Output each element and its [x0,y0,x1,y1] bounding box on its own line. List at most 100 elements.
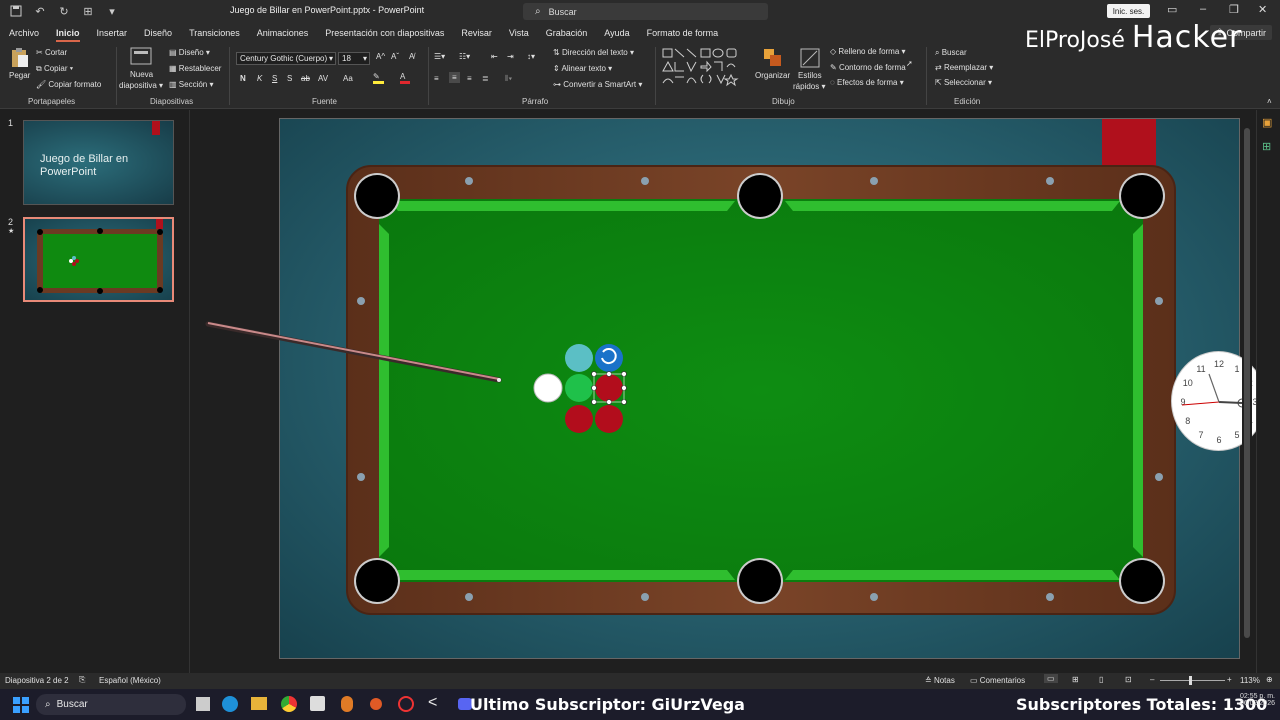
slide-canvas[interactable] [279,118,1240,659]
reading-view-icon[interactable]: ▯ [1099,675,1103,684]
shape-outline-button[interactable]: ✎ Contorno de forma [830,63,906,72]
strikethrough-button[interactable]: ab [301,74,310,83]
app-icon-3[interactable] [398,696,414,712]
normal-view-icon[interactable]: ▭ [1044,674,1058,683]
justify-icon[interactable]: ≣ [482,74,489,83]
tab-ayuda[interactable]: Ayuda [604,28,629,38]
align-center-icon[interactable]: ≡ [449,72,460,83]
zoom-out-icon[interactable]: – [1150,675,1154,684]
task-view-icon[interactable] [196,697,210,711]
language-indicator[interactable]: Español (México) [99,676,161,685]
tab-grabacion[interactable]: Grabación [546,28,588,38]
section-button[interactable]: ▥ Sección ▾ [169,80,214,89]
format-painter-button[interactable]: 🖌 Copiar formato [36,80,101,89]
align-text-button[interactable]: ⇕ Alinear texto ▾ [553,64,612,73]
tab-transiciones[interactable]: Transiciones [189,28,240,38]
paste-icon[interactable] [10,47,30,71]
windows-start-icon[interactable] [13,697,29,715]
scrollbar-thumb[interactable] [1244,128,1250,638]
increase-indent-icon[interactable]: ⇥ [507,52,514,61]
slide-thumbnail-1[interactable]: Juego de Billar en PowerPoint [23,120,174,205]
bullets-icon[interactable]: ☰▾ [434,52,445,61]
decrease-indent-icon[interactable]: ⇤ [491,52,498,61]
columns-icon[interactable]: ⫴▾ [505,74,512,84]
slide-thumbnail-2[interactable] [23,217,174,302]
signin-button[interactable]: Inic. ses. [1107,4,1150,18]
char-spacing-button[interactable]: AV [318,74,328,83]
line-spacing-icon[interactable]: ↕▾ [527,52,535,61]
clear-format-icon[interactable]: A̸ [409,52,414,61]
zoom-in-icon[interactable]: + [1227,675,1232,684]
redo-icon[interactable]: ↻ [56,3,72,19]
tab-vista[interactable]: Vista [509,28,529,38]
align-right-icon[interactable]: ≡ [467,74,472,83]
undo-icon[interactable]: ↶ [32,3,48,19]
minimize-icon[interactable]: – [1200,3,1206,15]
cue-stick[interactable] [200,318,510,388]
underline-button[interactable]: S [272,74,277,83]
reset-button[interactable]: ▦ Restablecer [169,64,221,73]
new-slide-button[interactable]: Nueva [130,70,153,79]
font-color-icon[interactable]: A [400,72,410,84]
presentation-icon[interactable]: ⊞ [80,3,96,19]
arrange-button[interactable]: Organizar [755,71,790,80]
taskbar-clock[interactable]: 02:55 p. m. 06/02/2026 [1225,693,1275,707]
highlight-icon[interactable]: ✎ [373,72,384,84]
maximize-icon[interactable]: ❐ [1229,3,1239,16]
new-slide-button-2[interactable]: diapositiva ▾ [119,81,163,90]
notes-button[interactable]: ≙ Notas [925,676,955,685]
customize-toolbar-icon[interactable]: ▾ [104,3,120,19]
store-icon[interactable] [310,696,325,711]
select-button[interactable]: ⇱ Seleccionar ▾ [935,78,992,87]
quick-styles-icon[interactable] [800,48,820,70]
find-button[interactable]: ⌕ Buscar [935,48,967,58]
fit-slide-icon[interactable]: ⊕ [1266,675,1273,684]
slideshow-icon[interactable]: ⊡ [1125,675,1132,684]
save-icon[interactable] [8,3,24,19]
accessibility-icon[interactable]: ⎘ [79,675,85,685]
chrome-icon[interactable] [281,696,297,712]
shape-fill-button[interactable]: ◇ Relleno de forma ▾ [830,47,906,56]
cut-button[interactable]: ✂ Cortar [36,48,67,57]
close-icon[interactable]: ✕ [1258,3,1267,16]
font-family-dropdown[interactable]: Century Gothic (Cuerpo) ▾ [236,52,336,65]
taskbar-search[interactable]: ⌕ Buscar [36,694,186,715]
zoom-slider[interactable] [1160,680,1225,681]
paste-button[interactable]: Pegar [9,71,30,80]
decrease-font-icon[interactable]: Aˇ [391,52,399,61]
italic-button[interactable]: K [257,74,262,83]
tab-diseno[interactable]: Diseño [144,28,172,38]
smartart-button[interactable]: ⊶ Convertir a SmartArt ▾ [553,80,642,89]
align-left-icon[interactable]: ≡ [434,74,439,83]
edge-icon[interactable] [222,696,238,712]
numbering-icon[interactable]: ☷▾ [459,52,470,61]
file-explorer-icon[interactable] [251,697,267,710]
text-direction-button[interactable]: ⇅ Dirección del texto ▾ [553,48,634,57]
zoom-slider-thumb[interactable] [1189,676,1192,685]
change-case-button[interactable]: Aa [343,74,353,83]
bold-button[interactable]: N [240,74,246,83]
tab-revisar[interactable]: Revisar [461,28,492,38]
tab-animaciones[interactable]: Animaciones [257,28,309,38]
shape-effects-button[interactable]: ◌ Efectos de forma ▾ [830,78,904,87]
app-icon[interactable] [341,696,353,712]
zoom-level[interactable]: 113% [1240,676,1260,685]
tab-insertar[interactable]: Insertar [97,28,128,38]
ball-rack[interactable] [530,340,630,435]
designer-icon[interactable]: ▣ [1262,116,1272,129]
new-slide-icon[interactable] [130,47,152,69]
capcut-icon[interactable]: < [428,694,437,712]
quick-styles-button-2[interactable]: rápidos ▾ [793,82,826,91]
quick-styles-button[interactable]: Estilos [798,71,822,80]
collapse-ribbon-icon[interactable]: ˄ [1267,97,1272,106]
shadow-button[interactable]: S [287,74,292,83]
tab-inicio[interactable]: Inicio [56,28,80,42]
app-icon-2[interactable] [370,698,382,710]
vertical-scrollbar[interactable] [1242,118,1252,658]
slide-sorter-icon[interactable]: ⊞ [1072,675,1079,684]
tab-presentacion[interactable]: Presentación con diapositivas [325,28,444,38]
shapes-gallery[interactable] [661,47,749,89]
ribbon-display-icon[interactable]: ▭ [1167,3,1177,16]
arrange-icon[interactable] [763,48,783,70]
addin-icon[interactable]: ⊞ [1262,140,1271,153]
